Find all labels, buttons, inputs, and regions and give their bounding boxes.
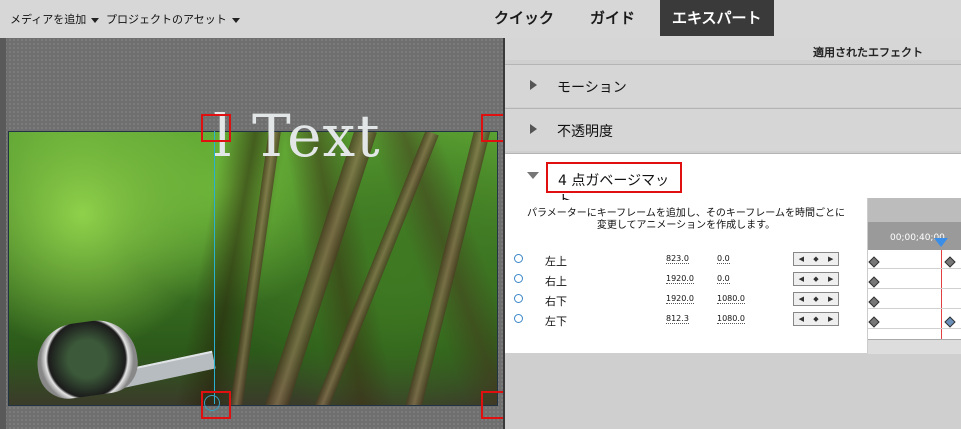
param-x-value[interactable]: 1920.0 [666,274,694,284]
param-y-value[interactable]: 0.0 [717,274,730,284]
param-x-value[interactable]: 812.3 [666,314,689,324]
param-y-value[interactable]: 1080.0 [717,294,745,304]
applied-effects-panel: 適用されたエフェクト モーション 不透明度 4 点ガベージマット パラメーターに… [503,38,961,429]
project-assets-menu[interactable]: プロジェクトのアセット [106,11,240,27]
collapse-arrow-icon[interactable] [527,172,539,179]
keyframe-marker[interactable] [944,256,956,268]
timeline-row-divider [868,288,961,289]
param-row: 右上 1920.0 0.0 ◀ ◆ ▶ [505,270,867,290]
timeline-ruler[interactable]: 00;00;40;00 [868,198,961,250]
param-row: 左下 812.3 1080.0 ◀ ◆ ▶ [505,310,867,330]
effect-motion[interactable]: モーション [505,64,961,107]
top-bar: メディアを追加 プロジェクトのアセット クイック ガイド エキスパート [0,0,961,39]
param-y-value[interactable]: 1080.0 [717,314,745,324]
keyframe-marker[interactable] [944,316,956,328]
overlay-text[interactable]: l Text [213,102,381,170]
chevron-down-icon [231,17,240,23]
expand-arrow-icon[interactable] [530,124,537,134]
timeline-row-divider [868,308,961,309]
add-keyframe-icon[interactable]: ◆ [813,315,818,323]
keyframe-navigator[interactable]: ◀ ◆ ▶ [793,252,839,266]
stopwatch-icon[interactable] [514,294,523,303]
timeline-scrollbar[interactable] [868,339,961,354]
panel-title: 適用されたエフェクト [813,46,923,59]
effect-opacity[interactable]: 不透明度 [505,108,961,151]
keyframe-marker[interactable] [868,316,880,328]
param-name: 左下 [545,315,567,328]
prev-keyframe-icon[interactable]: ◀ [799,295,804,303]
keyframe-timeline[interactable]: 00;00;40;00 [867,198,961,354]
add-keyframe-icon[interactable]: ◆ [813,295,818,303]
keyframe-navigator[interactable]: ◀ ◆ ▶ [793,272,839,286]
anchor-point-icon[interactable] [204,395,220,411]
mode-guided-tab[interactable]: ガイド [590,0,635,36]
timeline-ruler-top [868,198,961,222]
keyframe-marker[interactable] [868,276,880,288]
monitor-edge [0,38,6,429]
param-y-value[interactable]: 0.0 [717,254,730,264]
playhead-icon[interactable] [934,238,948,247]
prev-keyframe-icon[interactable]: ◀ [799,255,804,263]
stopwatch-icon[interactable] [514,254,523,263]
prev-keyframe-icon[interactable]: ◀ [799,315,804,323]
chevron-down-icon [91,17,100,23]
add-media-menu[interactable]: メディアを追加 [10,11,100,27]
stopwatch-icon[interactable] [514,274,523,283]
effect-label: 不透明度 [557,124,613,140]
param-name: 左上 [545,255,567,268]
param-x-value[interactable]: 1920.0 [666,294,694,304]
video-preview[interactable] [8,131,498,406]
keyframe-navigator[interactable]: ◀ ◆ ▶ [793,312,839,326]
next-keyframe-icon[interactable]: ▶ [828,255,833,263]
project-assets-label: プロジェクトのアセット [106,13,227,26]
mode-quick-tab[interactable]: クイック [494,0,554,36]
param-name: 右上 [545,275,567,288]
keyframe-navigator[interactable]: ◀ ◆ ▶ [793,292,839,306]
keyframe-marker[interactable] [868,296,880,308]
description-line: 変更してアニメーションを作成します。 [596,220,776,231]
expand-arrow-icon[interactable] [530,80,537,90]
matte-edge-guide [214,131,215,404]
next-keyframe-icon[interactable]: ▶ [828,295,833,303]
param-name: 右下 [545,295,567,308]
prev-keyframe-icon[interactable]: ◀ [799,275,804,283]
handle-top-left[interactable] [201,114,231,142]
add-keyframe-icon[interactable]: ◆ [813,275,818,283]
highlight-box: 4 点ガベージマット [546,162,682,209]
effect-garbage-matte[interactable]: 4 点ガベージマット [505,153,961,209]
description-line: パラメーターにキーフレームを追加し、そのキーフレームを時間ごとに [527,208,845,219]
keyframe-description: パラメーターにキーフレームを追加し、そのキーフレームを時間ごとに 変更してアニメ… [505,200,867,236]
param-row: 左上 823.0 0.0 ◀ ◆ ▶ [505,250,867,270]
keyframe-marker[interactable] [868,256,880,268]
param-row: 右下 1920.0 1080.0 ◀ ◆ ▶ [505,290,867,310]
param-x-value[interactable]: 823.0 [666,254,689,264]
timeline-row-divider [868,268,961,269]
mode-expert-tab[interactable]: エキスパート [660,0,774,36]
next-keyframe-icon[interactable]: ▶ [828,275,833,283]
next-keyframe-icon[interactable]: ▶ [828,315,833,323]
panel-header: 適用されたエフェクト [505,38,961,60]
effect-label: モーション [557,80,627,96]
current-time-indicator [941,250,942,340]
add-media-label: メディアを追加 [10,13,87,26]
stopwatch-icon[interactable] [514,314,523,323]
timeline-row-divider [868,328,961,329]
add-keyframe-icon[interactable]: ◆ [813,255,818,263]
